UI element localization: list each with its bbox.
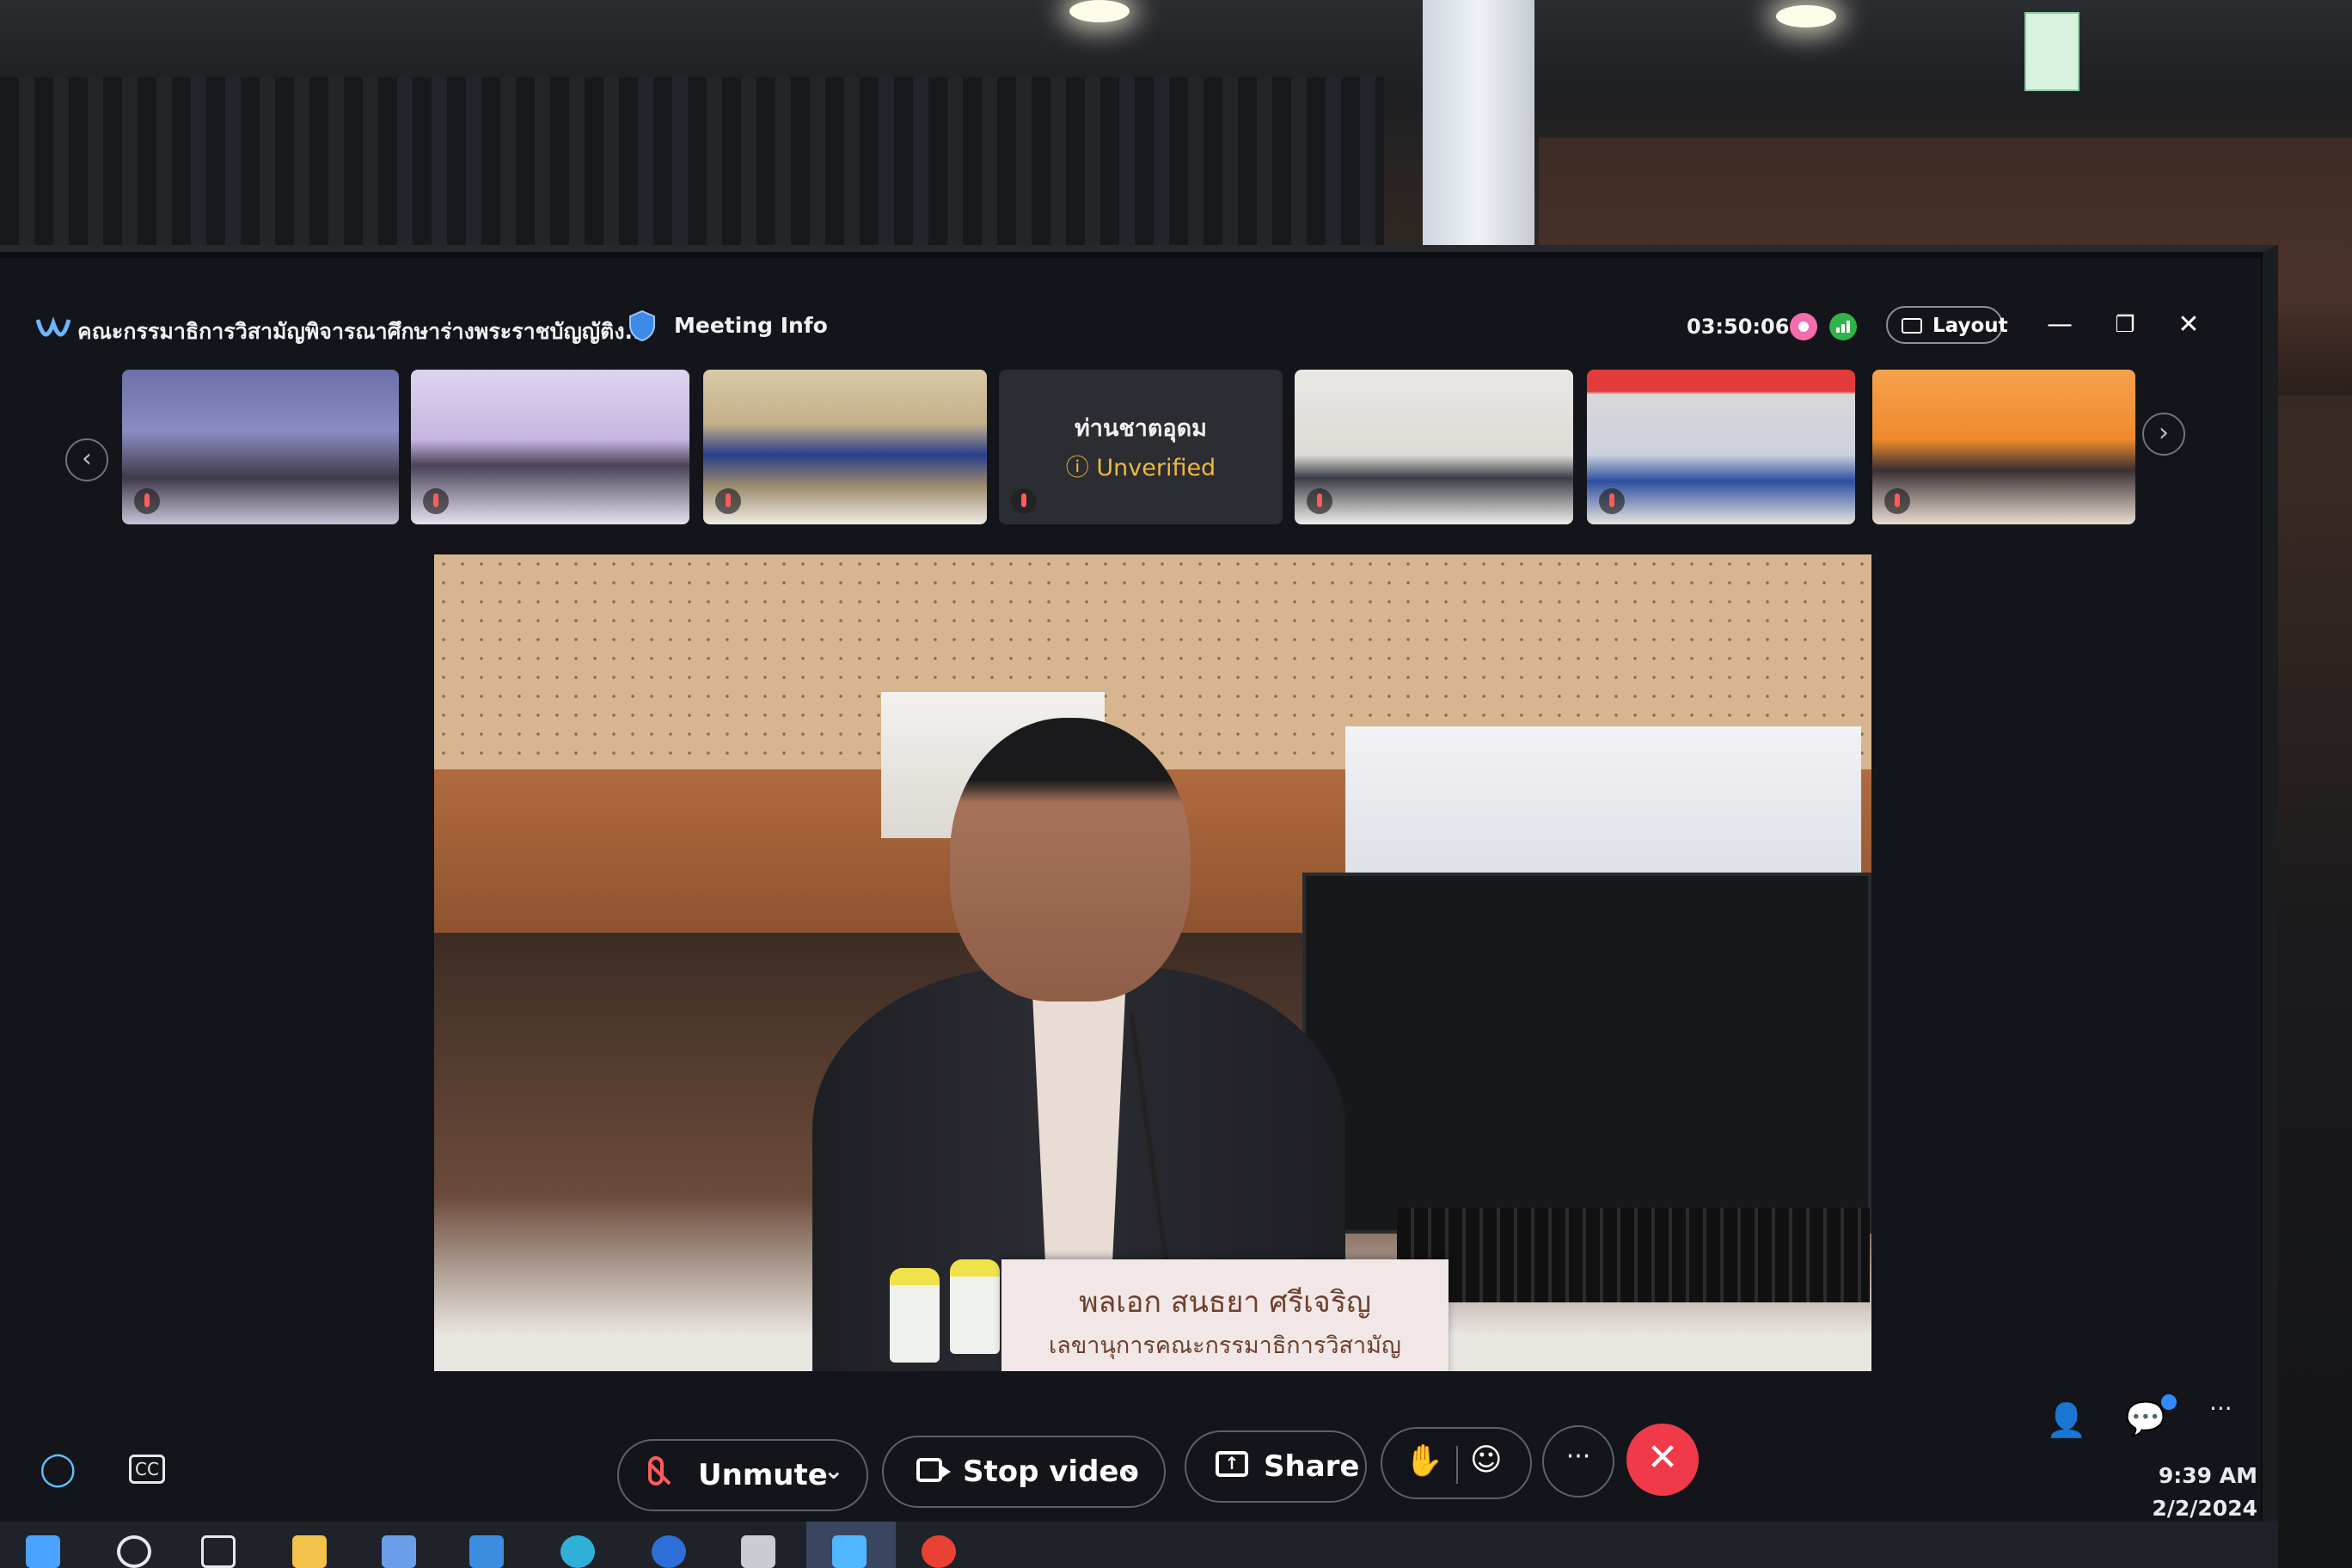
chevron-down-icon[interactable]: ⌄ <box>824 1456 843 1485</box>
water-bottle <box>890 1268 940 1363</box>
windows-taskbar <box>0 1522 2278 1568</box>
clock-date: 2/2/2024 <box>2152 1496 2257 1521</box>
participant-name-tile[interactable]: ท่านชาตอุดม ⓘ Unverified <box>999 370 1283 524</box>
thumbnails-next-arrow-icon[interactable]: › <box>2142 413 2185 456</box>
shield-icon[interactable] <box>628 309 657 342</box>
unmute-label: Unmute <box>698 1458 828 1492</box>
participant-video-tile[interactable] <box>1587 370 1855 524</box>
nameplate-title: เลขานุการคณะกรรมาธิการวิสามัญ <box>1049 1332 1401 1359</box>
muted-mic-icon <box>423 488 449 514</box>
participant-name: ท่านชาตอุดม <box>1075 415 1207 442</box>
layout-button[interactable]: Layout <box>1886 306 2008 344</box>
participant-video-tile[interactable] <box>1872 370 2135 524</box>
background-keyboard <box>1397 1208 1870 1302</box>
app-icon[interactable] <box>832 1535 867 1568</box>
background-monitor <box>1302 873 1871 1234</box>
participant-video-tile[interactable] <box>1295 370 1573 524</box>
pillar <box>1423 0 1534 258</box>
info-icon: ⓘ <box>1065 455 1089 481</box>
recording-icon[interactable] <box>1790 313 1817 340</box>
reactions-group: ✋ ☺ <box>1381 1427 1532 1499</box>
webex-meeting-window: คณะกรรมาธิการวิสามัญพิจารณาศึกษาร่างพระร… <box>0 258 2261 1568</box>
participants-icon[interactable]: 👤 <box>2046 1401 2086 1440</box>
meeting-info-button[interactable]: Meeting Info <box>674 313 828 338</box>
assistant-icon[interactable]: ◯ <box>40 1449 77 1487</box>
camera-icon <box>916 1458 951 1482</box>
clock-time: 9:39 AM <box>2158 1463 2257 1488</box>
layout-label: Layout <box>1932 315 2008 337</box>
chat-notification-badge <box>2161 1394 2177 1410</box>
more-options-button[interactable]: ··· <box>1542 1425 1614 1498</box>
raise-hand-icon[interactable]: ✋ <box>1405 1442 1443 1479</box>
muted-mic-icon <box>134 488 160 514</box>
chat-icon[interactable]: 💬 <box>2125 1400 2165 1438</box>
mail-icon[interactable] <box>469 1535 504 1568</box>
water-bottle <box>950 1259 1000 1354</box>
end-call-button[interactable]: ✕ <box>1626 1424 1699 1496</box>
webex-icon[interactable] <box>652 1535 686 1568</box>
participant-video-tile[interactable] <box>411 370 689 524</box>
muted-mic-icon <box>1599 488 1625 514</box>
layout-icon <box>1902 318 1922 334</box>
ceiling-light <box>1069 0 1130 22</box>
search-icon[interactable] <box>117 1535 151 1568</box>
share-icon: ↑ <box>1216 1451 1248 1477</box>
close-button[interactable]: ✕ <box>2168 306 2209 344</box>
participant-video-tile[interactable] <box>703 370 987 524</box>
unverified-badge: ⓘ Unverified <box>999 449 1283 482</box>
captions-icon[interactable]: CC <box>129 1455 165 1484</box>
exit-sign <box>2024 12 2079 91</box>
share-label: Share <box>1264 1449 1360 1484</box>
nameplate-name: พลเอก สนธยา ศรีเจริญ <box>1079 1285 1371 1320</box>
app-icon[interactable] <box>741 1535 775 1568</box>
active-speaker-video: พลเอก สนธยา ศรีเจริญ เลขานุการคณะกรรมาธิ… <box>434 554 1871 1371</box>
taskbar-clock[interactable]: 9:39 AM 2/2/2024 <box>2152 1460 2257 1525</box>
stop-video-label: Stop video <box>963 1455 1139 1489</box>
meeting-timer: 03:50:06 <box>1687 315 1790 339</box>
restore-button[interactable]: ❐ <box>2104 306 2146 344</box>
chevron-down-icon[interactable]: ⌄ <box>1121 1453 1141 1481</box>
meeting-title: คณะกรรมาธิการวิสามัญพิจารณาศึกษาร่างพระร… <box>77 319 650 344</box>
title-bar: คณะกรรมาธิการวิสามัญพิจารณาศึกษาร่างพระร… <box>0 301 2261 352</box>
unmute-button[interactable]: Unmute ⌄ <box>617 1439 868 1511</box>
muted-mic-icon <box>1307 488 1332 514</box>
store-icon[interactable] <box>382 1535 416 1568</box>
stop-video-button[interactable]: Stop video ⌄ <box>882 1436 1166 1508</box>
minimize-button[interactable]: — <box>2039 306 2080 344</box>
task-view-icon[interactable] <box>201 1535 236 1568</box>
muted-mic-icon <box>715 488 741 514</box>
file-explorer-icon[interactable] <box>292 1535 327 1568</box>
unverified-label: Unverified <box>1096 455 1216 481</box>
start-icon[interactable] <box>26 1535 60 1568</box>
ceiling-light <box>1776 5 1836 28</box>
speaker-nameplate: พลเอก สนธยา ศรีเจริญ เลขานุการคณะกรรมาธิ… <box>1001 1259 1449 1371</box>
reactions-icon[interactable]: ☺ <box>1470 1442 1503 1478</box>
muted-mic-icon <box>1884 488 1910 514</box>
webex-logo-icon <box>36 316 70 337</box>
chrome-icon[interactable] <box>922 1535 956 1568</box>
muted-mic-icon <box>648 1456 664 1485</box>
share-button[interactable]: ↑ Share <box>1185 1430 1367 1503</box>
participant-video-tile[interactable] <box>122 370 399 524</box>
edge-icon[interactable] <box>560 1535 595 1568</box>
thumbnails-prev-arrow-icon[interactable]: ‹ <box>65 438 108 481</box>
network-status-icon[interactable] <box>1829 313 1857 340</box>
overflow-menu-icon[interactable]: ··· <box>2209 1394 2233 1423</box>
muted-mic-icon <box>1011 488 1037 514</box>
